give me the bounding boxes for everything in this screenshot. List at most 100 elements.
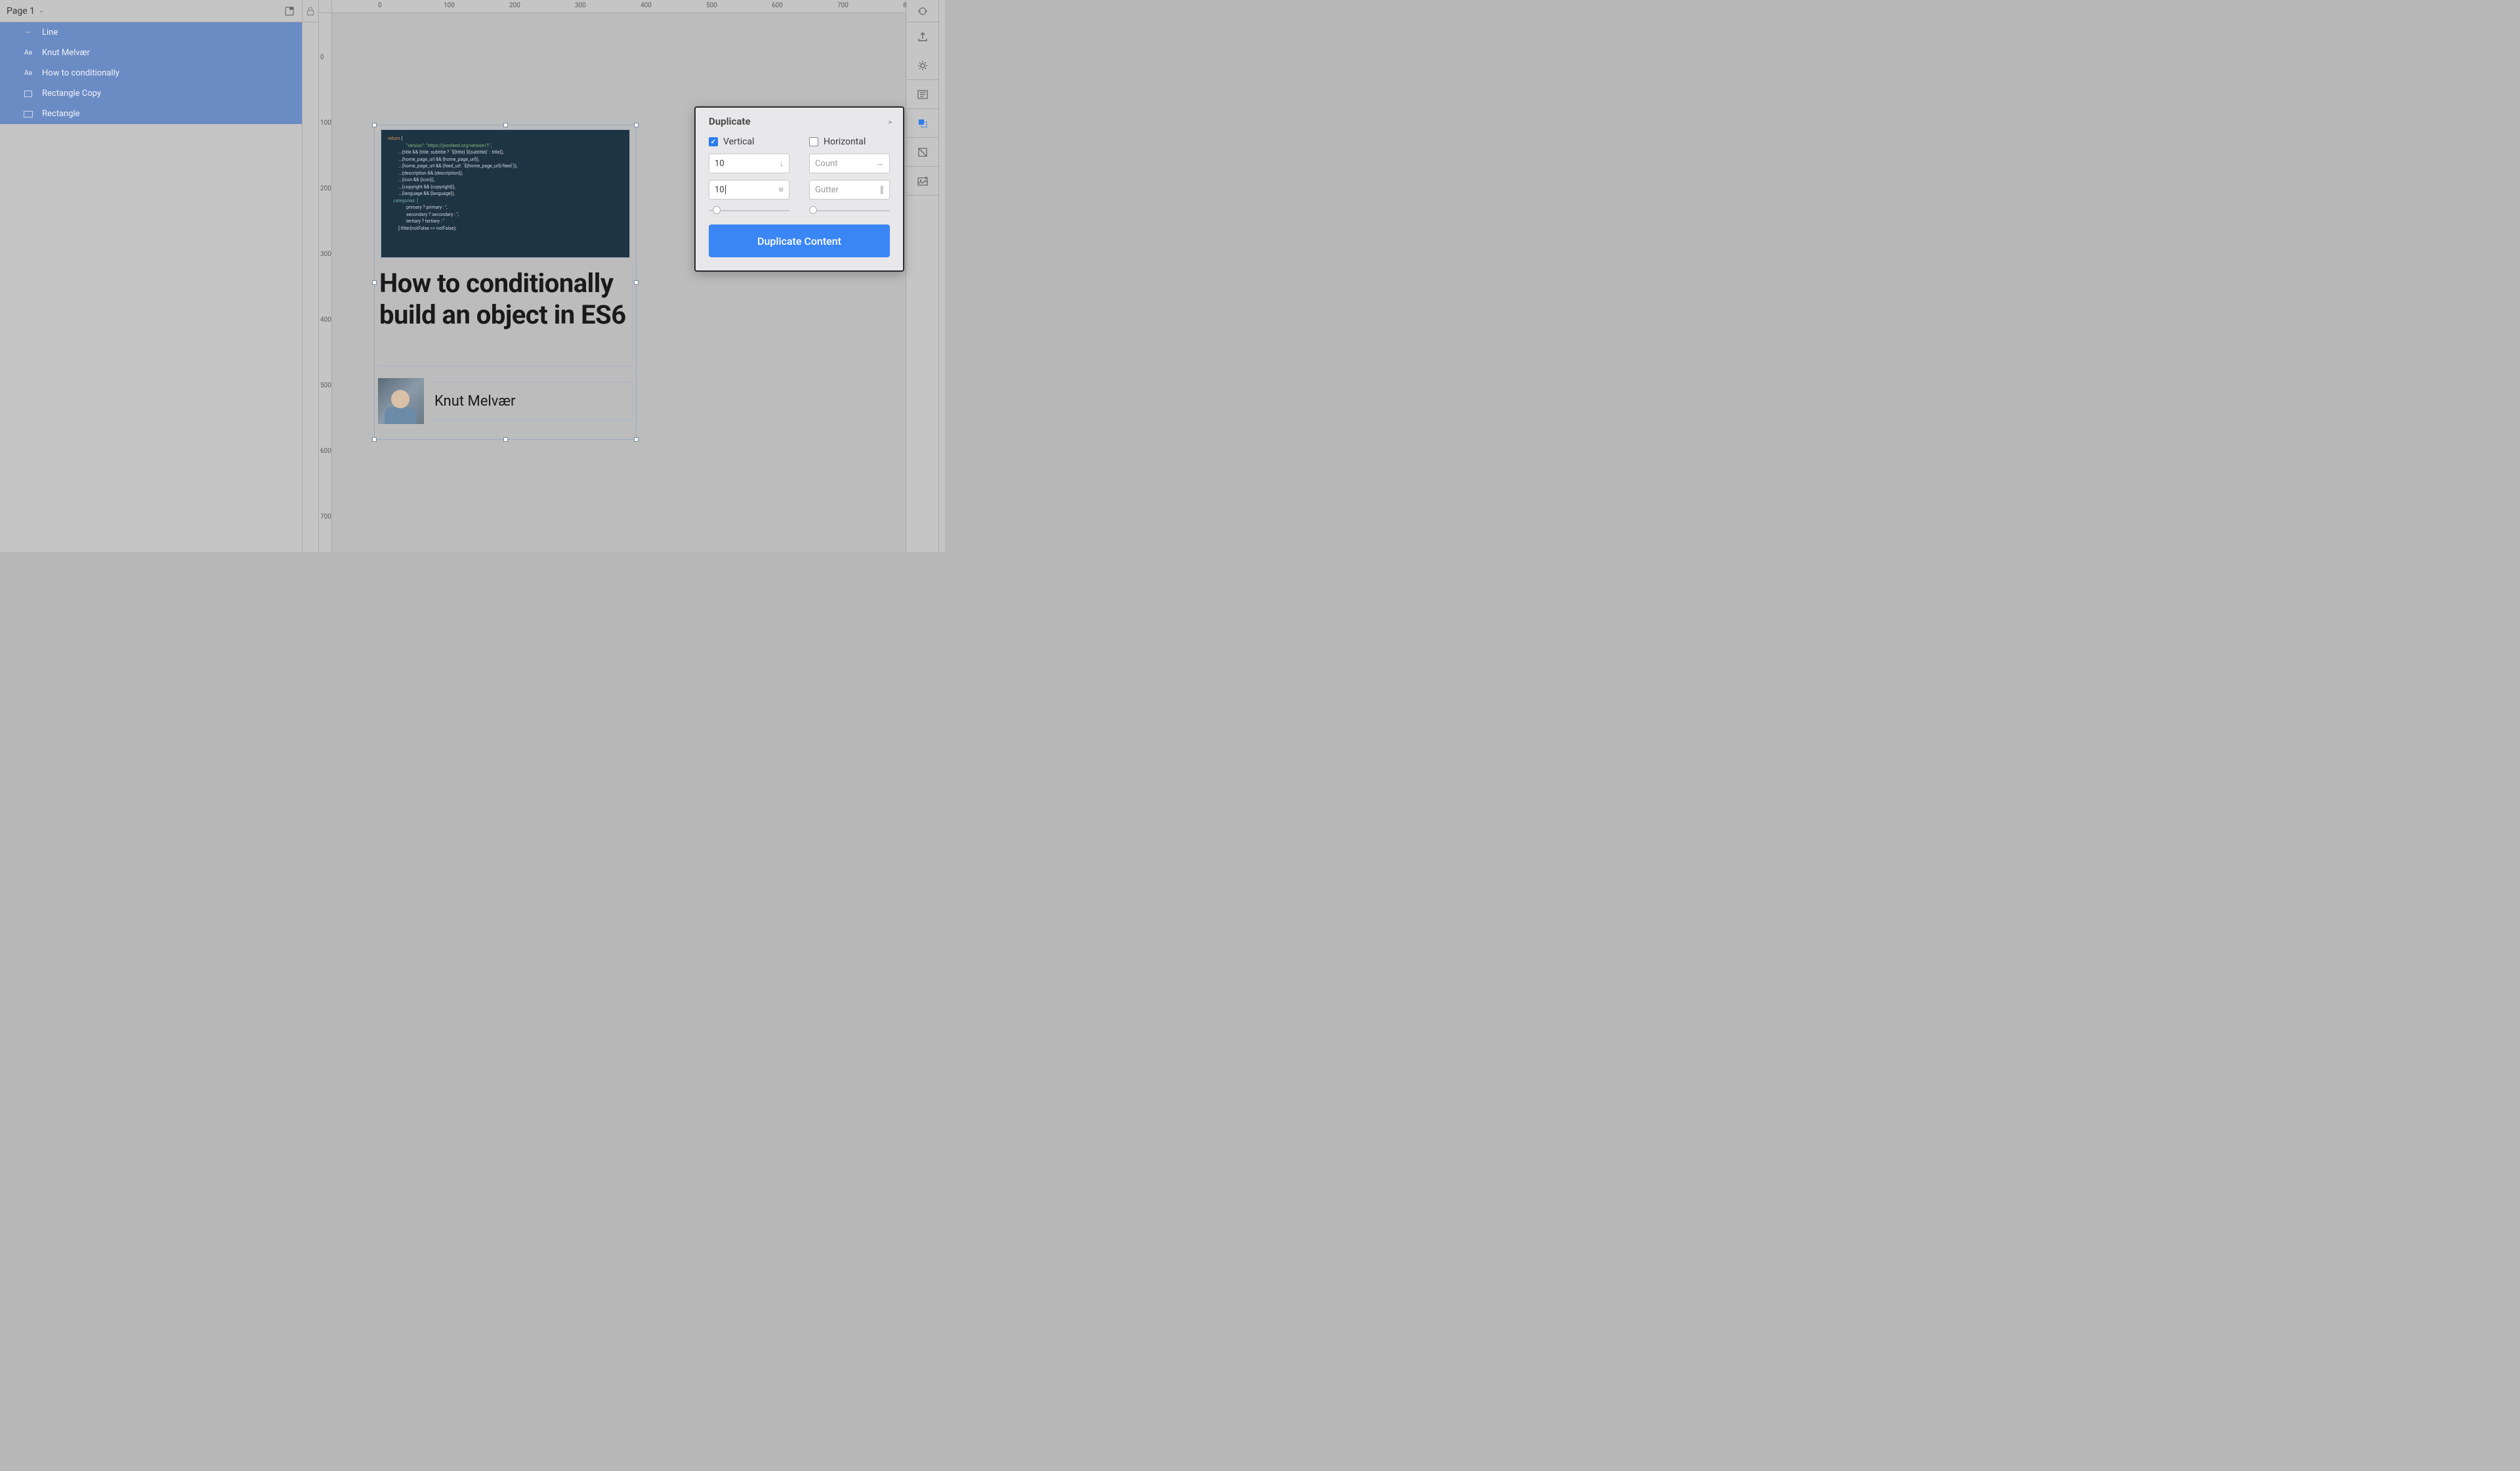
horizontal-count-input[interactable]: Count → bbox=[809, 154, 890, 173]
code-line: ].filter(notFalse => notFalse); bbox=[398, 226, 456, 231]
gutter-h-icon: ≡ bbox=[778, 184, 784, 195]
resize-handle-bl[interactable] bbox=[372, 437, 377, 442]
layers-panel-empty bbox=[0, 124, 302, 552]
page-selector-label: Page 1 bbox=[7, 6, 35, 16]
code-line: ...(language && {language}), bbox=[398, 191, 455, 196]
code-line: ...(copyright && {copyright}), bbox=[398, 184, 455, 190]
code-line: ...(home_page_url && {feed_url: `${home_… bbox=[398, 163, 517, 169]
transform-icon[interactable] bbox=[906, 138, 938, 167]
layer-label: How to conditionally bbox=[42, 68, 119, 78]
code-line: ...(icon && {icon}), bbox=[398, 177, 434, 182]
vertical-gutter-value: 10 bbox=[715, 185, 724, 195]
article-heading: How to conditionally build an object in … bbox=[379, 268, 631, 331]
inspector-peek bbox=[938, 0, 945, 552]
chevron-down-icon: ⌄ bbox=[39, 7, 44, 14]
author-avatar[interactable] bbox=[378, 378, 424, 424]
vertical-count-input[interactable]: 10 ↓ bbox=[709, 154, 789, 173]
vertical-gutter-input[interactable]: 10 ≡ bbox=[709, 180, 789, 200]
layer-label: Line bbox=[42, 28, 58, 37]
lock-icon[interactable] bbox=[303, 0, 318, 22]
vertical-column: Vertical 10 ↓ 10 ≡ bbox=[709, 137, 789, 213]
resize-handle-bc[interactable] bbox=[503, 437, 508, 442]
duplicate-content-button[interactable]: Duplicate Content bbox=[709, 224, 890, 257]
layer-label: Knut Melvær bbox=[42, 48, 90, 58]
ruler-tick: 400 bbox=[640, 2, 652, 9]
image-insert-icon[interactable] bbox=[906, 167, 938, 196]
duplicate-popover: Duplicate ▸ Vertical 10 ↓ 10 ≡ bbox=[694, 106, 904, 272]
ruler-tick: 500 bbox=[320, 382, 331, 389]
popover-title: Duplicate bbox=[709, 116, 889, 127]
export-icon[interactable] bbox=[906, 22, 938, 51]
layer-item-line[interactable]: — Line bbox=[0, 22, 302, 43]
layer-list: — Line Aa Knut Melvær Aa How to conditio… bbox=[0, 22, 302, 124]
ruler-tick: 600 bbox=[772, 2, 783, 9]
heading-text-frame[interactable]: How to conditionally build an object in … bbox=[378, 264, 633, 366]
layer-item-text-heading[interactable]: Aa How to conditionally bbox=[0, 63, 302, 83]
resize-handle-mr[interactable] bbox=[634, 280, 639, 285]
arrow-right-icon: → bbox=[875, 158, 884, 169]
layers-panel: Page 1 ⌄ — Line Aa Knut Melvær Aa How to… bbox=[0, 0, 302, 552]
horizontal-count-placeholder: Count bbox=[815, 159, 837, 169]
page-list-icon[interactable] bbox=[284, 5, 295, 17]
horizontal-checkbox-row[interactable]: Horizontal bbox=[809, 137, 890, 147]
author-name: Knut Melvær bbox=[432, 382, 633, 421]
lock-column bbox=[302, 0, 319, 552]
resize-handle-ml[interactable] bbox=[372, 280, 377, 285]
horizontal-label: Horizontal bbox=[824, 137, 866, 147]
layer-item-text-author[interactable]: Aa Knut Melvær bbox=[0, 43, 302, 63]
layer-item-rectangle-copy[interactable]: Rectangle Copy bbox=[0, 83, 302, 104]
horizontal-ruler[interactable]: 0 100 200 300 400 500 600 700 8 bbox=[332, 0, 906, 13]
ruler-tick: 400 bbox=[320, 316, 331, 324]
ruler-tick: 200 bbox=[509, 2, 520, 9]
resize-handle-br[interactable] bbox=[634, 437, 639, 442]
page-selector[interactable]: Page 1 ⌄ bbox=[7, 6, 44, 16]
code-line: primary ? primary : '', bbox=[406, 205, 448, 210]
text-style-icon[interactable] bbox=[906, 80, 938, 109]
resize-handle-tr[interactable] bbox=[634, 123, 639, 127]
code-snippet-image[interactable]: return { "version": "https://jsonfeed.or… bbox=[381, 129, 630, 258]
duplicate-tool-icon[interactable] bbox=[906, 109, 938, 138]
arrow-down-icon: ↓ bbox=[780, 158, 784, 169]
code-line: secondary ? secondary : '', bbox=[406, 212, 459, 217]
resize-handle-tc[interactable] bbox=[503, 123, 508, 127]
rectangle-outline-icon bbox=[22, 91, 34, 97]
slider-thumb[interactable] bbox=[713, 206, 721, 214]
popover-header: Duplicate ▸ bbox=[696, 108, 903, 134]
vertical-checkbox[interactable] bbox=[709, 137, 718, 146]
layer-label: Rectangle bbox=[42, 109, 80, 119]
vertical-count-value: 10 bbox=[715, 159, 724, 169]
ruler-tick: 8 bbox=[903, 2, 907, 9]
code-line: categories: [ bbox=[393, 198, 418, 203]
rectangle-icon bbox=[22, 111, 34, 117]
horizontal-slider[interactable] bbox=[809, 209, 890, 213]
canvas[interactable]: return { "version": "https://jsonfeed.or… bbox=[332, 13, 906, 552]
vertical-label: Vertical bbox=[723, 137, 754, 147]
gutter-v-icon: ∥ bbox=[880, 185, 885, 195]
layer-label: Rectangle Copy bbox=[42, 89, 101, 98]
horizontal-column: Horizontal Count → Gutter ∥ bbox=[809, 137, 890, 213]
text-icon: Aa bbox=[22, 49, 34, 56]
slider-thumb[interactable] bbox=[809, 206, 817, 214]
vertical-checkbox-row[interactable]: Vertical bbox=[709, 137, 789, 147]
right-toolstrip bbox=[906, 0, 938, 552]
ruler-corner bbox=[319, 0, 332, 13]
resize-handle-tl[interactable] bbox=[372, 123, 377, 127]
vertical-ruler[interactable]: 0 100 200 300 400 500 600 700 bbox=[319, 13, 332, 552]
plugin-logo-icon[interactable] bbox=[906, 0, 938, 22]
ruler-tick: 300 bbox=[320, 251, 331, 258]
horizontal-checkbox[interactable] bbox=[809, 137, 818, 146]
layers-panel-header: Page 1 ⌄ bbox=[0, 0, 302, 22]
ruler-tick: 0 bbox=[320, 54, 324, 61]
settings-gear-icon[interactable] bbox=[906, 51, 938, 80]
horizontal-gutter-input[interactable]: Gutter ∥ bbox=[809, 180, 890, 200]
ruler-tick: 200 bbox=[320, 185, 331, 192]
layer-item-rectangle[interactable]: Rectangle bbox=[0, 104, 302, 124]
code-line: "version": "https://jsonfeed.org/version… bbox=[406, 143, 492, 148]
author-row[interactable]: Knut Melvær bbox=[378, 378, 633, 424]
code-line: ...(title && {title: subtitle ? `${title… bbox=[398, 150, 503, 155]
ruler-tick: 500 bbox=[706, 2, 717, 9]
chevron-right-icon[interactable]: ▸ bbox=[889, 117, 892, 126]
vertical-slider[interactable] bbox=[709, 209, 789, 213]
ruler-tick: 100 bbox=[444, 2, 455, 9]
text-icon: Aa bbox=[22, 70, 34, 77]
